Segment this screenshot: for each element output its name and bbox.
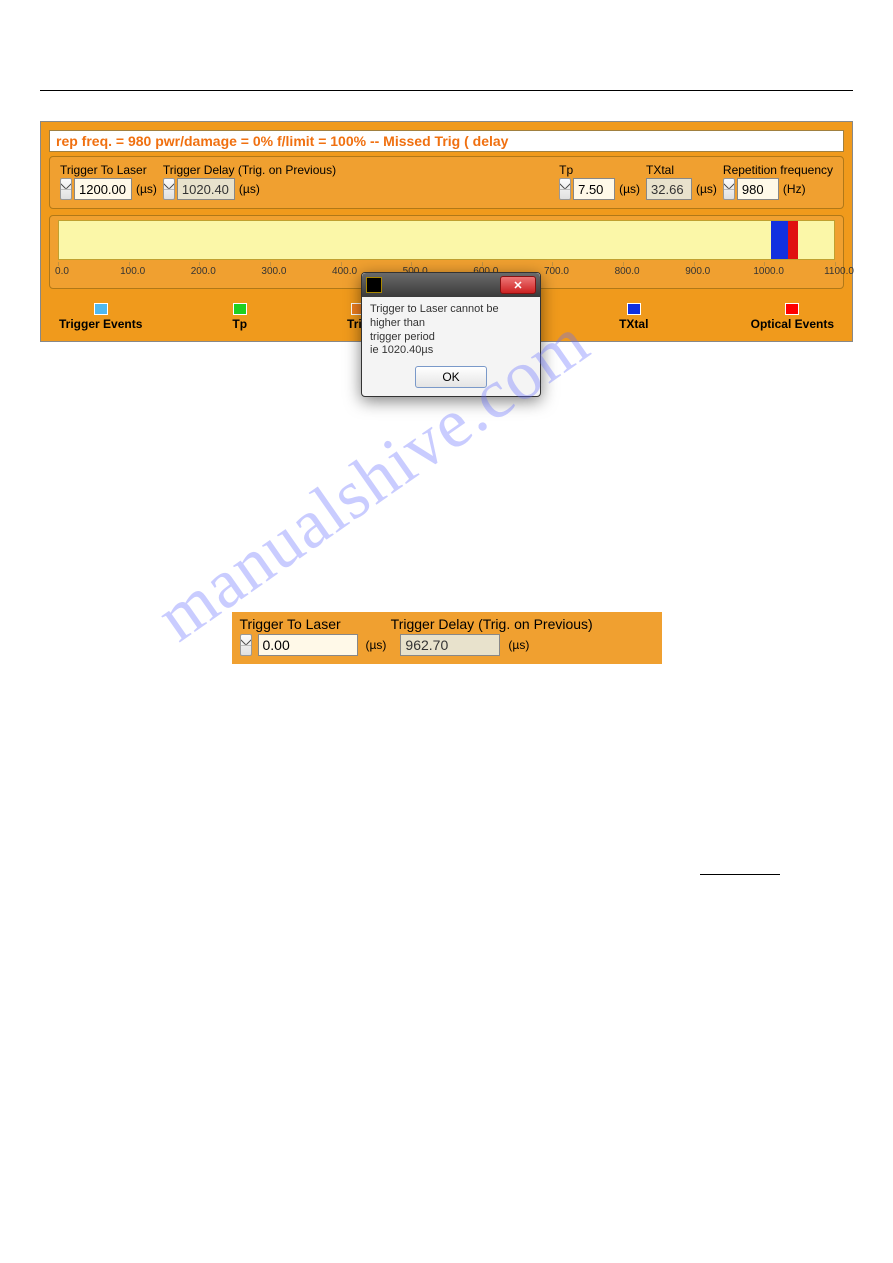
dialog-titlebar[interactable]: ✕ bbox=[362, 273, 540, 297]
mini-label-td: Trigger Delay (Trig. on Previous) bbox=[391, 616, 593, 632]
axis-tick: 400.0 bbox=[330, 266, 360, 277]
swatch-cyan bbox=[94, 303, 108, 315]
trigger-config-panel: rep freq. = 980 pwr/damage = 0% f/limit … bbox=[40, 121, 853, 342]
swatch-blue bbox=[627, 303, 641, 315]
close-icon[interactable]: ✕ bbox=[500, 276, 536, 294]
legend-optical: Optical Events bbox=[751, 303, 834, 331]
ok-button[interactable]: OK bbox=[415, 366, 487, 388]
label-txtal: TXtal bbox=[646, 163, 717, 177]
axis-tick: 1100.0 bbox=[824, 266, 854, 277]
unit-tp: (µs) bbox=[619, 182, 640, 196]
label-trigger-to-laser: Trigger To Laser bbox=[60, 163, 157, 177]
field-trigger-delay: Trigger Delay (Trig. on Previous) (µs) bbox=[163, 163, 336, 200]
legend-label-tp: Tp bbox=[232, 317, 247, 331]
axis-tick: 300.0 bbox=[259, 266, 289, 277]
label-trigger-delay: Trigger Delay (Trig. on Previous) bbox=[163, 163, 336, 177]
input-txtal bbox=[646, 178, 692, 200]
input-trigger-to-laser[interactable] bbox=[74, 178, 132, 200]
inputs-panel: Trigger To Laser (µs) Trigger Delay (Tri… bbox=[49, 156, 844, 209]
error-dialog: ✕ Trigger to Laser cannot be higher than… bbox=[361, 272, 541, 397]
axis-tick: 0.0 bbox=[47, 266, 77, 277]
axis-tick: 1000.0 bbox=[753, 266, 783, 277]
field-txtal: TXtal (µs) bbox=[646, 163, 717, 200]
field-rep-freq: Repetition frequency (Hz) bbox=[723, 163, 833, 200]
timeline-event-txtal bbox=[771, 221, 789, 259]
axis-tick: 800.0 bbox=[612, 266, 642, 277]
swatch-red bbox=[785, 303, 799, 315]
legend-txtal: TXtal bbox=[619, 303, 648, 331]
input-tp[interactable] bbox=[573, 178, 615, 200]
field-tp: Tp (µs) bbox=[559, 163, 640, 200]
dialog-line2: trigger period bbox=[370, 331, 532, 345]
dialog-line3: ie 1020.40µs bbox=[370, 344, 532, 358]
mini-stepper-ttl[interactable] bbox=[240, 634, 252, 656]
mini-input-td bbox=[400, 634, 500, 656]
input-trigger-delay bbox=[177, 178, 235, 200]
field-trigger-to-laser: Trigger To Laser (µs) bbox=[60, 163, 157, 200]
mini-unit-ttl: (µs) bbox=[366, 638, 387, 652]
legend-label-trigger-events: Trigger Events bbox=[59, 317, 142, 331]
dialog-line1: Trigger to Laser cannot be higher than bbox=[370, 303, 532, 331]
input-rep-freq[interactable] bbox=[737, 178, 779, 200]
stepper-rep-freq[interactable] bbox=[723, 178, 735, 200]
stepper-tp[interactable] bbox=[559, 178, 571, 200]
app-icon bbox=[366, 277, 382, 293]
stepper-trigger-delay[interactable] bbox=[163, 178, 175, 200]
status-bar: rep freq. = 980 pwr/damage = 0% f/limit … bbox=[49, 130, 844, 152]
unit-trigger-to-laser: (µs) bbox=[136, 182, 157, 196]
unit-rep-freq: (Hz) bbox=[783, 182, 806, 196]
axis-tick: 900.0 bbox=[683, 266, 713, 277]
axis-tick: 100.0 bbox=[118, 266, 148, 277]
axis-tick: 700.0 bbox=[541, 266, 571, 277]
stepper-trigger-to-laser[interactable] bbox=[60, 178, 72, 200]
label-tp: Tp bbox=[559, 163, 640, 177]
dialog-body: Trigger to Laser cannot be higher than t… bbox=[362, 297, 540, 362]
legend-label-optical: Optical Events bbox=[751, 317, 834, 331]
label-rep-freq: Repetition frequency bbox=[723, 163, 833, 177]
footer-rule bbox=[700, 874, 780, 875]
unit-txtal: (µs) bbox=[696, 182, 717, 196]
mini-unit-td: (µs) bbox=[508, 638, 529, 652]
legend-label-txtal: TXtal bbox=[619, 317, 648, 331]
mini-label-ttl: Trigger To Laser bbox=[240, 616, 341, 632]
mini-input-ttl[interactable] bbox=[258, 634, 358, 656]
legend-trigger-events: Trigger Events bbox=[59, 303, 142, 331]
timeline bbox=[58, 220, 835, 260]
axis-tick: 200.0 bbox=[188, 266, 218, 277]
swatch-green bbox=[233, 303, 247, 315]
legend-tp: Tp bbox=[232, 303, 247, 331]
timeline-event-optical bbox=[788, 221, 797, 259]
top-rule bbox=[40, 90, 853, 91]
mini-trigger-panel: Trigger To Laser Trigger Delay (Trig. on… bbox=[232, 612, 662, 664]
unit-trigger-delay: (µs) bbox=[239, 182, 260, 196]
